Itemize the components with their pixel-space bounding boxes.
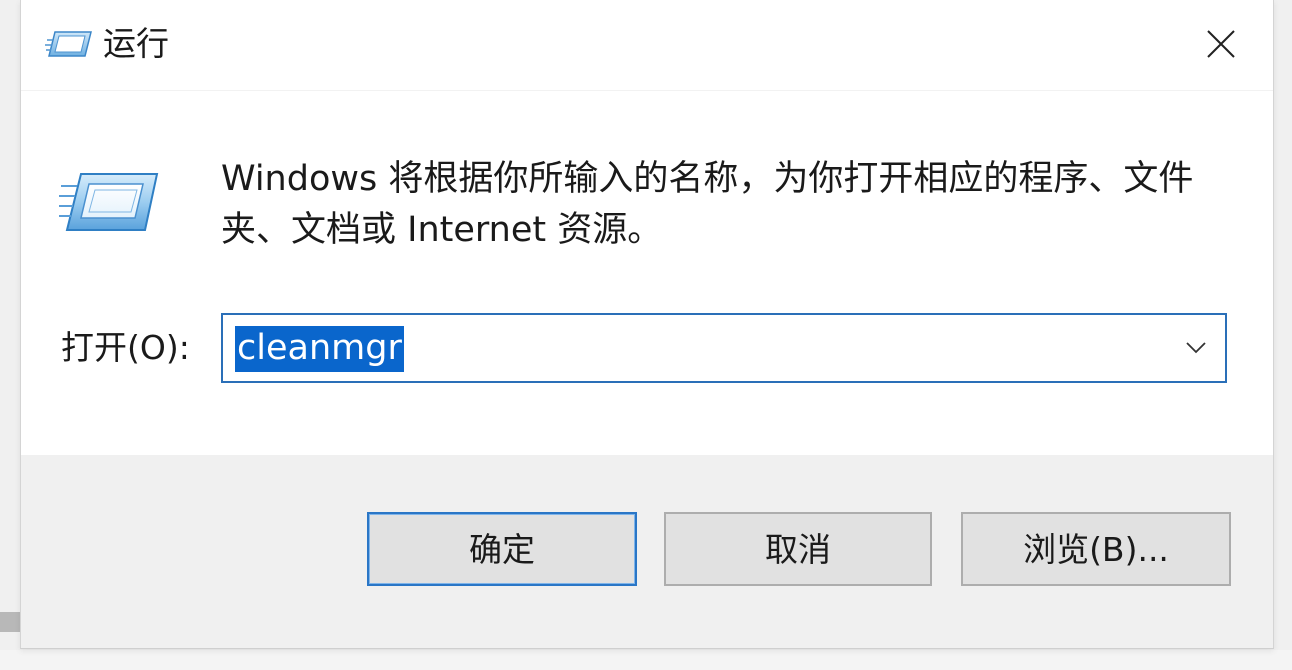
dialog-description: Windows 将根据你所输入的名称，为你打开相应的程序、文件夹、文档或 Int… (221, 159, 1194, 250)
run-icon (45, 26, 93, 62)
open-input[interactable]: cleanmgr (235, 326, 404, 372)
open-label: 打开(O): (61, 328, 190, 367)
background-bottom-edge (0, 650, 1292, 670)
ok-button[interactable]: 确定 (367, 512, 637, 586)
chevron-down-icon (1186, 342, 1206, 354)
run-dialog: 运行 Windows 将根据你所输入的名称，为你打开相应的程序、文件夹、文档或 … (20, 0, 1274, 649)
button-bar: 确定 取消 浏览(B)... (21, 455, 1273, 648)
close-button[interactable] (1193, 18, 1249, 70)
background-left-strip (0, 612, 20, 632)
run-program-icon (59, 166, 159, 238)
dropdown-button[interactable] (1173, 323, 1219, 373)
close-icon (1207, 30, 1235, 58)
title-bar[interactable]: 运行 (21, 0, 1273, 91)
browse-button[interactable]: 浏览(B)... (961, 512, 1231, 586)
window-title: 运行 (103, 24, 169, 63)
cancel-button[interactable]: 取消 (664, 512, 932, 586)
open-combobox[interactable]: cleanmgr (221, 313, 1227, 383)
